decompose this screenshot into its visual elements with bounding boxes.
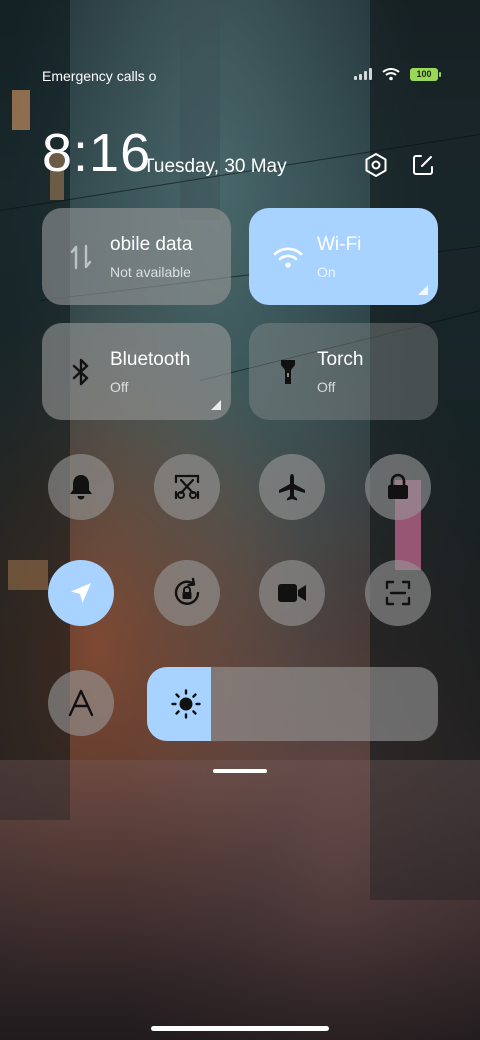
toggle-silent[interactable] (48, 454, 114, 520)
edit-icon[interactable] (409, 151, 437, 179)
toggle-rotation-lock[interactable] (154, 560, 220, 626)
tile-title: obile data (110, 234, 193, 255)
cell-signal-icon (354, 68, 372, 80)
location-arrow-icon (71, 583, 91, 603)
battery-icon: 100 (410, 67, 441, 81)
toggle-screen-recorder[interactable] (259, 560, 325, 626)
lock-icon (388, 473, 408, 499)
toggle-screenshot[interactable] (154, 454, 220, 520)
tile-title: Bluetooth (110, 349, 191, 370)
toggle-font-size[interactable] (48, 670, 114, 736)
bell-icon (70, 475, 92, 500)
home-indicator[interactable] (151, 1026, 329, 1031)
tile-wifi[interactable]: Wi-Fi On (249, 208, 438, 305)
tile-title: Wi-Fi (317, 234, 362, 255)
toggle-location[interactable] (48, 560, 114, 626)
wifi-icon (273, 242, 303, 272)
screenshot-scissors-icon (174, 474, 200, 500)
bluetooth-icon (66, 357, 96, 387)
tile-subtitle: On (317, 264, 336, 280)
brightness-slider[interactable] (147, 667, 438, 741)
video-camera-icon (278, 584, 306, 602)
date: Tuesday, 30 May (143, 156, 287, 177)
carrier-status-text: Emergency calls o (42, 68, 157, 84)
tile-title: Torch (317, 349, 364, 370)
rotation-lock-icon (174, 577, 200, 605)
expand-corner-icon[interactable] (418, 285, 428, 295)
drag-handle[interactable] (213, 769, 267, 773)
airplane-icon (279, 474, 305, 501)
tile-subtitle: Off (110, 379, 129, 395)
battery-level: 100 (416, 69, 432, 79)
font-a-icon (68, 689, 94, 717)
toggle-airplane[interactable] (259, 454, 325, 520)
tile-mobile-data[interactable]: obile data Not available (42, 208, 231, 305)
tile-bluetooth[interactable]: Bluetooth Off (42, 323, 231, 420)
torch-icon (273, 357, 303, 387)
tile-subtitle: Not available (110, 264, 191, 280)
status-icons: 100 (354, 67, 441, 81)
scan-icon (385, 580, 411, 606)
expand-corner-icon[interactable] (211, 400, 221, 410)
tile-subtitle: Off (317, 379, 336, 395)
mobile-data-arrows-icon (66, 242, 96, 272)
toggle-scanner[interactable] (365, 560, 431, 626)
clock: 8:16 (42, 123, 152, 183)
toggle-lock-screen[interactable] (365, 454, 431, 520)
tile-torch[interactable]: Torch Off (249, 323, 438, 420)
wifi-status-icon (382, 68, 400, 81)
settings-hexagon-icon[interactable] (362, 151, 390, 179)
sun-icon (171, 689, 201, 719)
